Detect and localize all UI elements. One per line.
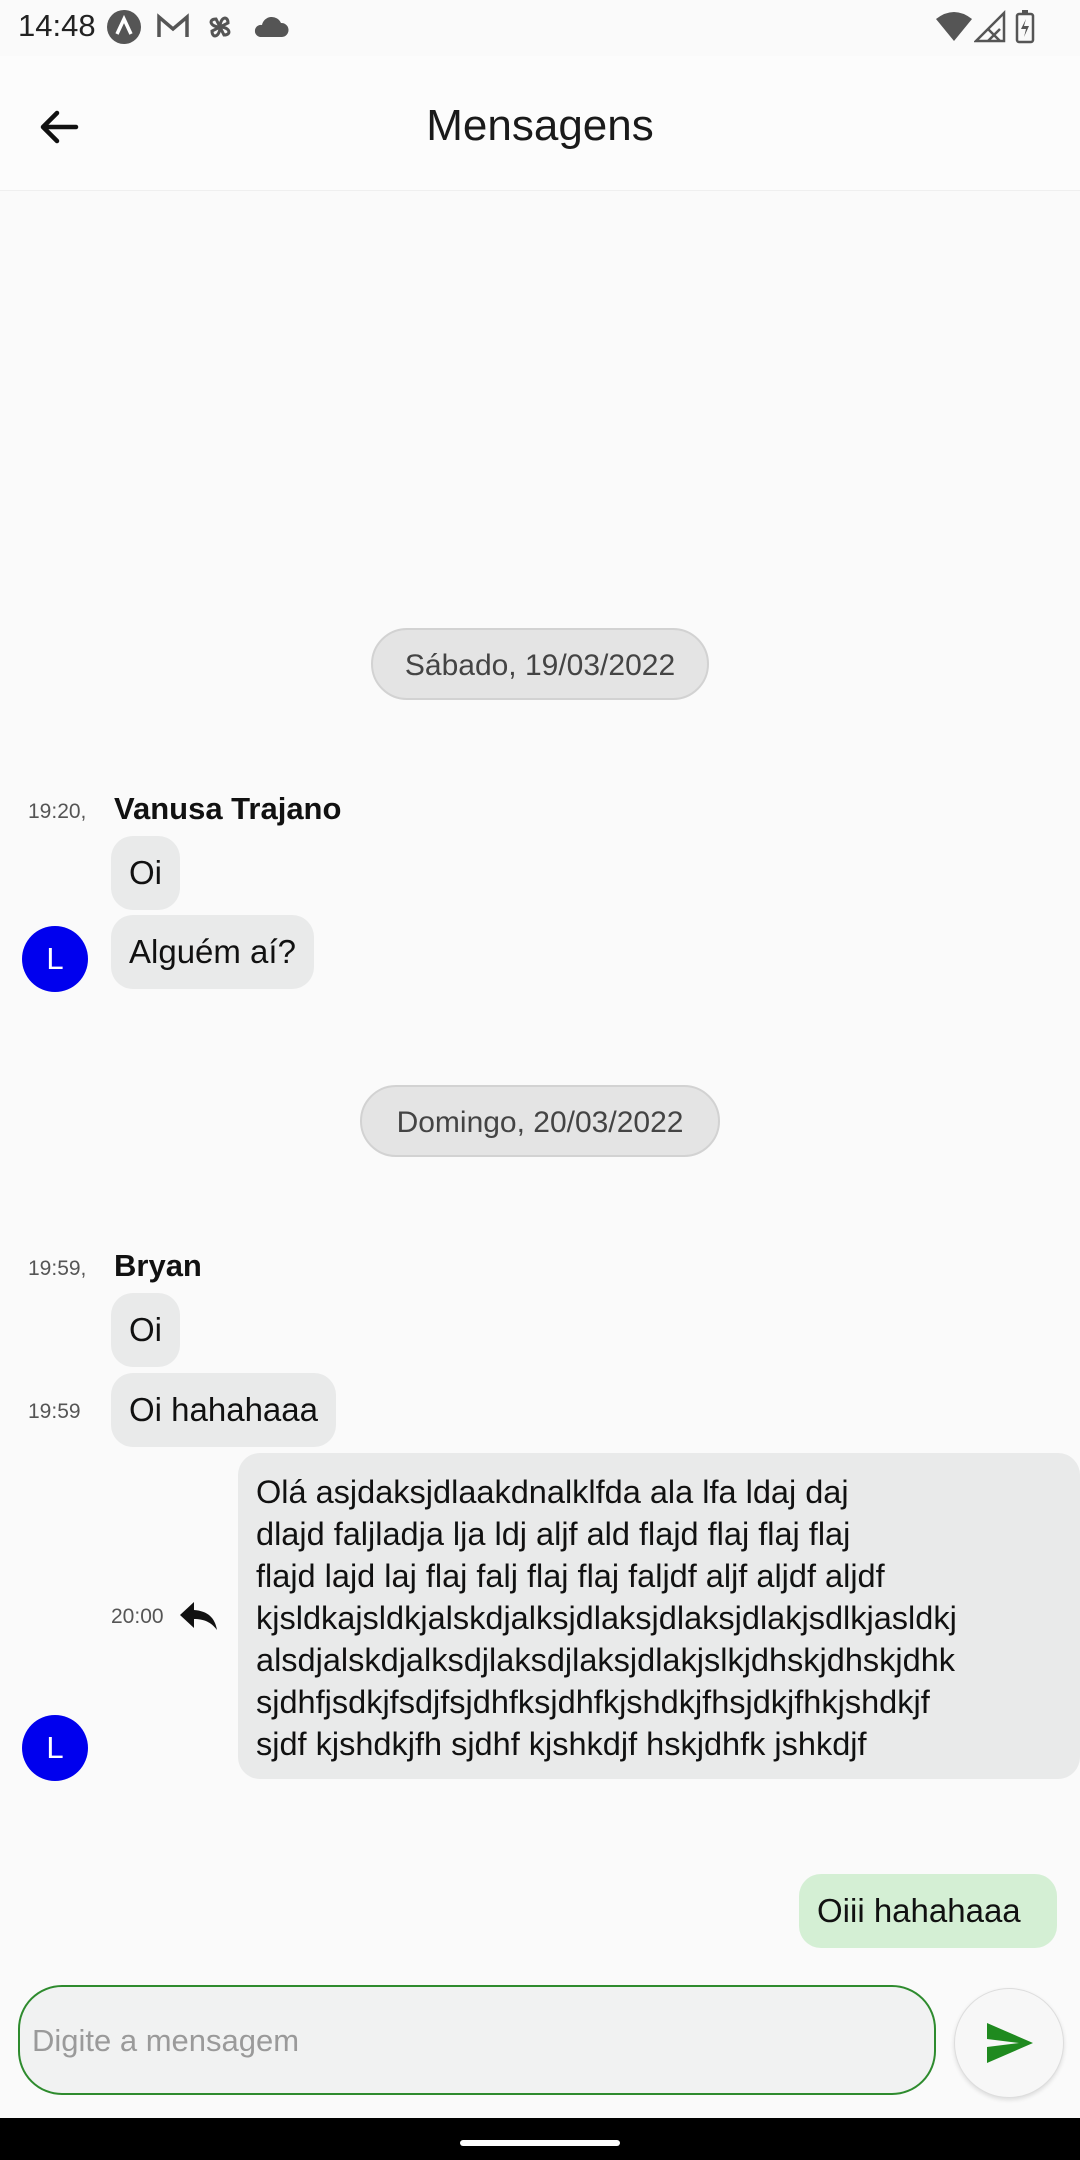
status-bar: 14:48	[0, 0, 1080, 56]
sender-name: Bryan	[114, 1248, 202, 1283]
message-time: 19:59	[28, 1400, 81, 1423]
wifi-icon	[934, 9, 974, 50]
message-bubble[interactable]: Alguém aí?	[111, 915, 314, 989]
message-time: 20:00	[111, 1605, 164, 1628]
cloud-icon	[252, 9, 290, 50]
home-indicator[interactable]	[460, 2140, 620, 2146]
system-nav-bar	[0, 2118, 1080, 2160]
message-input[interactable]	[30, 1997, 924, 2085]
app-a-icon	[106, 9, 142, 50]
reply-icon[interactable]	[178, 1596, 220, 1641]
message-bubble[interactable]: Oi hahahaaa	[111, 1373, 336, 1447]
message-bubble[interactable]: Olá asjdaksjdlaakdnalklfda ala lfa ldaj …	[238, 1453, 1080, 1779]
message-composer	[18, 1985, 936, 2095]
status-time: 14:48	[18, 8, 96, 43]
message-time: 19:59,	[28, 1257, 87, 1280]
page-title: Mensagens	[426, 101, 654, 150]
avatar[interactable]: L	[22, 1715, 88, 1781]
gmail-icon	[155, 9, 191, 50]
app-header: Mensagens	[0, 56, 1080, 191]
date-separator: Domingo, 20/03/2022	[360, 1085, 720, 1157]
pinwheel-icon	[202, 9, 238, 50]
message-time: 19:20,	[28, 800, 87, 823]
signal-icon	[972, 9, 1006, 50]
message-bubble[interactable]: Oi	[111, 1293, 180, 1367]
my-message-bubble[interactable]: Oiii hahahaaa	[799, 1874, 1057, 1948]
sender-name: Vanusa Trajano	[114, 791, 342, 826]
avatar[interactable]: L	[22, 926, 88, 992]
send-icon	[985, 2019, 1035, 2072]
send-button[interactable]	[954, 1988, 1064, 2098]
date-separator: Sábado, 19/03/2022	[371, 628, 709, 700]
battery-icon	[1014, 9, 1036, 50]
message-bubble[interactable]: Oi	[111, 836, 180, 910]
